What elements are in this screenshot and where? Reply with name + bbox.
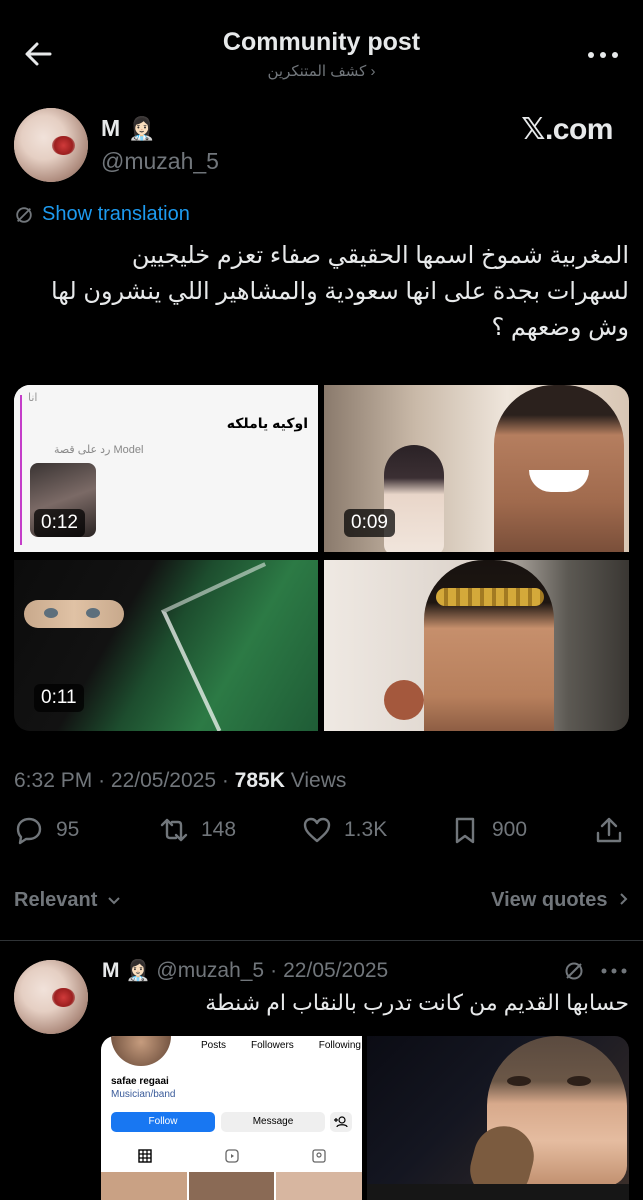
reply-author-avatar[interactable] [14, 960, 88, 1034]
chevron-down-icon [108, 897, 120, 905]
add-user-icon [334, 1116, 348, 1128]
reply-author-handle[interactable]: @muzah_5 [156, 959, 264, 983]
stat-posts: Posts [201, 1040, 227, 1051]
sort-row: Relevant View quotes [14, 889, 629, 912]
profile-name: safae regaai [111, 1076, 169, 1087]
author-avatar[interactable] [14, 108, 88, 182]
reply-author-name[interactable]: M [102, 959, 120, 983]
reply-tools [563, 960, 629, 982]
more-options-icon[interactable] [599, 961, 629, 981]
view-quotes-label: View quotes [491, 889, 608, 911]
share-icon [596, 817, 622, 843]
share-button[interactable] [594, 815, 624, 845]
reply-author-emoji: 👩🏻‍⚕️ [125, 960, 151, 982]
chat-message: اوكيه ياملكه [226, 415, 308, 431]
reply-media-2[interactable] [367, 1036, 629, 1200]
chat-reply-label: رد على قصة Model [54, 444, 144, 456]
post-text-line: المغربية شموخ اسمها الحقيقي صفاء تعزم خل… [131, 242, 629, 269]
media-grid: اوكيه ياملكه انا رد على قصة Model 0:12 0… [14, 385, 629, 731]
reply-button[interactable]: 95 [14, 815, 79, 845]
more-dots-icon [588, 52, 618, 58]
show-translation-label: Show translation [42, 203, 190, 225]
reply-count: 95 [56, 818, 80, 841]
source-label: 𝕏.com [521, 113, 613, 146]
add-user-button[interactable] [330, 1112, 352, 1132]
reply-header: M 👩🏻‍⚕️ @muzah_5 · 22/05/2025 [102, 958, 389, 983]
post-date: 22/05/2025 [110, 769, 216, 792]
bookmark-icon [455, 817, 475, 844]
more-options-button[interactable] [583, 40, 623, 70]
sort-dropdown[interactable]: Relevant [14, 889, 121, 911]
views-label: Views [290, 769, 347, 792]
community-link[interactable]: كشف المتنكرين › [0, 62, 643, 80]
profile-tabs [101, 1146, 362, 1166]
page-title: Community post [222, 28, 421, 56]
sort-label: Relevant [14, 889, 98, 911]
like-button[interactable]: 1.3K [302, 815, 387, 845]
post-text: المغربية شموخ اسمها الحقيقي صفاء تعزم خل… [14, 238, 629, 346]
translate-icon[interactable] [563, 960, 585, 982]
chat-sender: انا [28, 392, 38, 404]
post-time: 6:32 PM [14, 769, 93, 792]
repost-icon [160, 818, 188, 842]
repost-button[interactable]: 148 [159, 815, 236, 845]
profile-post-grid [101, 1172, 362, 1200]
message-button[interactable]: Message [221, 1112, 325, 1132]
stat-following: Following [318, 1040, 361, 1051]
chevron-right-icon: › [370, 63, 376, 80]
profile-stats: Posts Followers Following [201, 1040, 361, 1051]
author-name-row[interactable]: M 👩🏻‍⚕️ [101, 115, 156, 142]
reply-date: 22/05/2025 [283, 958, 389, 982]
author-name: M [101, 115, 121, 141]
views-count: 785K [234, 769, 285, 792]
video-duration-badge: 0:09 [344, 509, 395, 537]
community-name: كشف المتنكرين [267, 63, 367, 80]
action-bar: 95 148 1.3K 900 [14, 815, 629, 863]
bookmark-button[interactable]: 900 [450, 815, 527, 845]
author-emoji: 👩🏻‍⚕️ [128, 115, 156, 141]
reply-text: حسابها القديم من كانت تدرب بالنقاب ام شن… [205, 990, 629, 1015]
bookmark-count: 900 [492, 818, 528, 841]
divider [0, 940, 643, 941]
media-image-4[interactable] [324, 560, 629, 731]
video-duration-badge: 0:11 [34, 684, 84, 712]
reels-icon[interactable] [224, 1149, 239, 1163]
follow-button[interactable]: Follow [111, 1112, 215, 1132]
grid-icon[interactable] [137, 1149, 152, 1163]
like-count: 1.3K [344, 818, 388, 841]
reply-icon [16, 817, 42, 845]
media-video-2[interactable]: 0:09 [324, 385, 629, 552]
tagged-icon[interactable] [311, 1149, 326, 1163]
repost-count: 148 [201, 818, 237, 841]
media-video-1[interactable]: اوكيه ياملكه انا رد على قصة Model 0:12 [14, 385, 318, 552]
post-text-line: وش وضعهم ؟ [491, 314, 629, 341]
post-text-line: لسهرات بجدة على انها سعودية والمشاهير ال… [50, 278, 629, 305]
profile-avatar [111, 1036, 171, 1066]
chevron-right-icon [620, 893, 628, 905]
media-video-3[interactable]: 0:11 [14, 560, 318, 731]
show-translation-link[interactable]: Show translation [14, 203, 190, 226]
translate-icon [16, 206, 32, 223]
reply-media-1[interactable]: Posts Followers Following safae regaai M… [101, 1036, 362, 1200]
heart-icon [303, 817, 331, 843]
profile-category: Musician/band [111, 1089, 176, 1100]
video-duration-badge: 0:12 [34, 509, 85, 537]
stat-followers: Followers [250, 1040, 294, 1051]
post-metadata: 6:32 PM · 22/05/2025 · 785K Views [14, 769, 347, 792]
author-handle[interactable]: @muzah_5 [101, 148, 219, 175]
view-quotes-link[interactable]: View quotes [491, 889, 629, 912]
